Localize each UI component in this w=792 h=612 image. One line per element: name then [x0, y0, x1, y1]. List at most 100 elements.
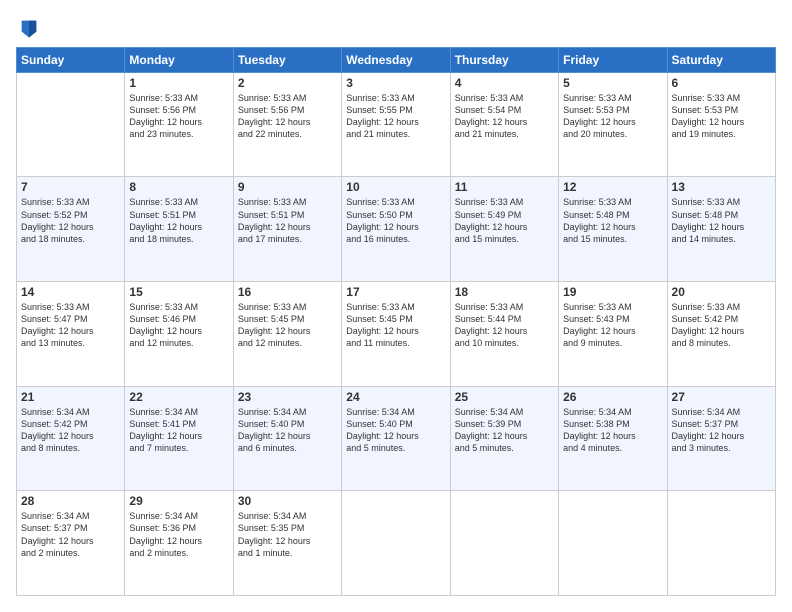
header: [16, 16, 776, 37]
calendar-cell: 9 Sunrise: 5:33 AM Sunset: 5:51 PM Daylig…: [233, 177, 341, 282]
day-number: 16: [238, 285, 337, 299]
day-info: Sunrise: 5:33 AM Sunset: 5:55 PM Dayligh…: [346, 92, 445, 141]
day-number: 4: [455, 76, 554, 90]
calendar-cell: [342, 491, 450, 596]
logo: [16, 16, 40, 37]
day-number: 20: [672, 285, 771, 299]
calendar-cell: 27 Sunrise: 5:34 AM Sunset: 5:37 PM Dayli…: [667, 386, 775, 491]
calendar-cell: [450, 491, 558, 596]
weekday-header-saturday: Saturday: [667, 47, 775, 72]
calendar-cell: 3 Sunrise: 5:33 AM Sunset: 5:55 PM Daylig…: [342, 72, 450, 177]
day-info: Sunrise: 5:33 AM Sunset: 5:56 PM Dayligh…: [238, 92, 337, 141]
calendar-cell: 11Sunrise: 5:33 AM Sunset: 5:49 PM Dayli…: [450, 177, 558, 282]
calendar-cell: 14 Sunrise: 5:33 AM Sunset: 5:47 PM Dayli…: [17, 282, 125, 387]
day-number: 8: [129, 180, 228, 194]
day-number: 22: [129, 390, 228, 404]
day-info: Sunrise: 5:34 AM Sunset: 5:40 PM Dayligh…: [346, 406, 445, 455]
day-number: 18: [455, 285, 554, 299]
day-number: 9: [238, 180, 337, 194]
calendar-cell: 4 Sunrise: 5:33 AM Sunset: 5:54 PM Daylig…: [450, 72, 558, 177]
calendar-cell: 5 Sunrise: 5:33 AM Sunset: 5:53 PM Daylig…: [559, 72, 667, 177]
day-number: 6: [672, 76, 771, 90]
calendar-cell: 21 Sunrise: 5:34 AM Sunset: 5:42 PM Dayli…: [17, 386, 125, 491]
day-number: 14: [21, 285, 120, 299]
day-number: 30: [238, 494, 337, 508]
day-number: 28: [21, 494, 120, 508]
day-number: 1: [129, 76, 228, 90]
weekday-header-tuesday: Tuesday: [233, 47, 341, 72]
day-info: Sunrise: 5:34 AM Sunset: 5:36 PM Dayligh…: [129, 510, 228, 559]
logo-text: [16, 16, 40, 39]
calendar-cell: 20 Sunrise: 5:33 AM Sunset: 5:42 PM Dayli…: [667, 282, 775, 387]
weekday-header-thursday: Thursday: [450, 47, 558, 72]
day-info: Sunrise: 5:34 AM Sunset: 5:35 PM Dayligh…: [238, 510, 337, 559]
day-number: 21: [21, 390, 120, 404]
weekday-header-monday: Monday: [125, 47, 233, 72]
calendar-cell: 19Sunrise: 5:33 AM Sunset: 5:43 PM Dayli…: [559, 282, 667, 387]
calendar-cell: 29Sunrise: 5:34 AM Sunset: 5:36 PM Dayli…: [125, 491, 233, 596]
day-info: Sunrise: 5:33 AM Sunset: 5:54 PM Dayligh…: [455, 92, 554, 141]
calendar-week-row: 7 Sunrise: 5:33 AM Sunset: 5:52 PM Daylig…: [17, 177, 776, 282]
day-number: 13: [672, 180, 771, 194]
calendar-week-row: 21 Sunrise: 5:34 AM Sunset: 5:42 PM Dayli…: [17, 386, 776, 491]
day-number: 2: [238, 76, 337, 90]
day-info: Sunrise: 5:33 AM Sunset: 5:47 PM Dayligh…: [21, 301, 120, 350]
day-info: Sunrise: 5:33 AM Sunset: 5:52 PM Dayligh…: [21, 196, 120, 245]
weekday-header-friday: Friday: [559, 47, 667, 72]
calendar-cell: 12Sunrise: 5:33 AM Sunset: 5:48 PM Dayli…: [559, 177, 667, 282]
weekday-header-wednesday: Wednesday: [342, 47, 450, 72]
calendar-cell: 7 Sunrise: 5:33 AM Sunset: 5:52 PM Daylig…: [17, 177, 125, 282]
calendar-cell: 25 Sunrise: 5:34 AM Sunset: 5:39 PM Dayli…: [450, 386, 558, 491]
day-info: Sunrise: 5:34 AM Sunset: 5:41 PM Dayligh…: [129, 406, 228, 455]
day-number: 27: [672, 390, 771, 404]
calendar-cell: 23 Sunrise: 5:34 AM Sunset: 5:40 PM Dayli…: [233, 386, 341, 491]
day-info: Sunrise: 5:33 AM Sunset: 5:51 PM Dayligh…: [129, 196, 228, 245]
calendar-header-row: SundayMondayTuesdayWednesdayThursdayFrid…: [17, 47, 776, 72]
day-number: 12: [563, 180, 662, 194]
calendar-cell: [667, 491, 775, 596]
calendar-cell: 15Sunrise: 5:33 AM Sunset: 5:46 PM Dayli…: [125, 282, 233, 387]
calendar-cell: [559, 491, 667, 596]
calendar-cell: 17 Sunrise: 5:33 AM Sunset: 5:45 PM Dayli…: [342, 282, 450, 387]
calendar-week-row: 1 Sunrise: 5:33 AM Sunset: 5:56 PM Daylig…: [17, 72, 776, 177]
calendar-cell: 22 Sunrise: 5:34 AM Sunset: 5:41 PM Dayli…: [125, 386, 233, 491]
day-info: Sunrise: 5:34 AM Sunset: 5:40 PM Dayligh…: [238, 406, 337, 455]
day-number: 26: [563, 390, 662, 404]
day-info: Sunrise: 5:34 AM Sunset: 5:39 PM Dayligh…: [455, 406, 554, 455]
day-number: 25: [455, 390, 554, 404]
day-info: Sunrise: 5:34 AM Sunset: 5:42 PM Dayligh…: [21, 406, 120, 455]
day-info: Sunrise: 5:33 AM Sunset: 5:56 PM Dayligh…: [129, 92, 228, 141]
calendar-cell: 30 Sunrise: 5:34 AM Sunset: 5:35 PM Dayli…: [233, 491, 341, 596]
day-info: Sunrise: 5:34 AM Sunset: 5:37 PM Dayligh…: [21, 510, 120, 559]
calendar-cell: 10 Sunrise: 5:33 AM Sunset: 5:50 PM Dayli…: [342, 177, 450, 282]
calendar-week-row: 14 Sunrise: 5:33 AM Sunset: 5:47 PM Dayli…: [17, 282, 776, 387]
calendar-table: SundayMondayTuesdayWednesdayThursdayFrid…: [16, 47, 776, 596]
day-info: Sunrise: 5:33 AM Sunset: 5:53 PM Dayligh…: [563, 92, 662, 141]
calendar-cell: 8 Sunrise: 5:33 AM Sunset: 5:51 PM Daylig…: [125, 177, 233, 282]
day-info: Sunrise: 5:33 AM Sunset: 5:42 PM Dayligh…: [672, 301, 771, 350]
calendar-cell: 1 Sunrise: 5:33 AM Sunset: 5:56 PM Daylig…: [125, 72, 233, 177]
day-number: 15: [129, 285, 228, 299]
calendar-cell: 6 Sunrise: 5:33 AM Sunset: 5:53 PM Daylig…: [667, 72, 775, 177]
calendar-cell: [17, 72, 125, 177]
day-info: Sunrise: 5:33 AM Sunset: 5:51 PM Dayligh…: [238, 196, 337, 245]
calendar-cell: 18Sunrise: 5:33 AM Sunset: 5:44 PM Dayli…: [450, 282, 558, 387]
day-info: Sunrise: 5:33 AM Sunset: 5:53 PM Dayligh…: [672, 92, 771, 141]
calendar-cell: 2 Sunrise: 5:33 AM Sunset: 5:56 PM Daylig…: [233, 72, 341, 177]
day-info: Sunrise: 5:33 AM Sunset: 5:43 PM Dayligh…: [563, 301, 662, 350]
calendar-cell: 24Sunrise: 5:34 AM Sunset: 5:40 PM Dayli…: [342, 386, 450, 491]
logo-icon: [18, 17, 40, 39]
day-info: Sunrise: 5:33 AM Sunset: 5:45 PM Dayligh…: [346, 301, 445, 350]
day-number: 23: [238, 390, 337, 404]
day-number: 10: [346, 180, 445, 194]
day-number: 5: [563, 76, 662, 90]
day-number: 7: [21, 180, 120, 194]
calendar-cell: 28 Sunrise: 5:34 AM Sunset: 5:37 PM Dayli…: [17, 491, 125, 596]
day-info: Sunrise: 5:34 AM Sunset: 5:37 PM Dayligh…: [672, 406, 771, 455]
page: SundayMondayTuesdayWednesdayThursdayFrid…: [0, 0, 792, 612]
day-number: 3: [346, 76, 445, 90]
calendar-week-row: 28 Sunrise: 5:34 AM Sunset: 5:37 PM Dayli…: [17, 491, 776, 596]
calendar-cell: 16Sunrise: 5:33 AM Sunset: 5:45 PM Dayli…: [233, 282, 341, 387]
day-info: Sunrise: 5:33 AM Sunset: 5:50 PM Dayligh…: [346, 196, 445, 245]
day-number: 17: [346, 285, 445, 299]
